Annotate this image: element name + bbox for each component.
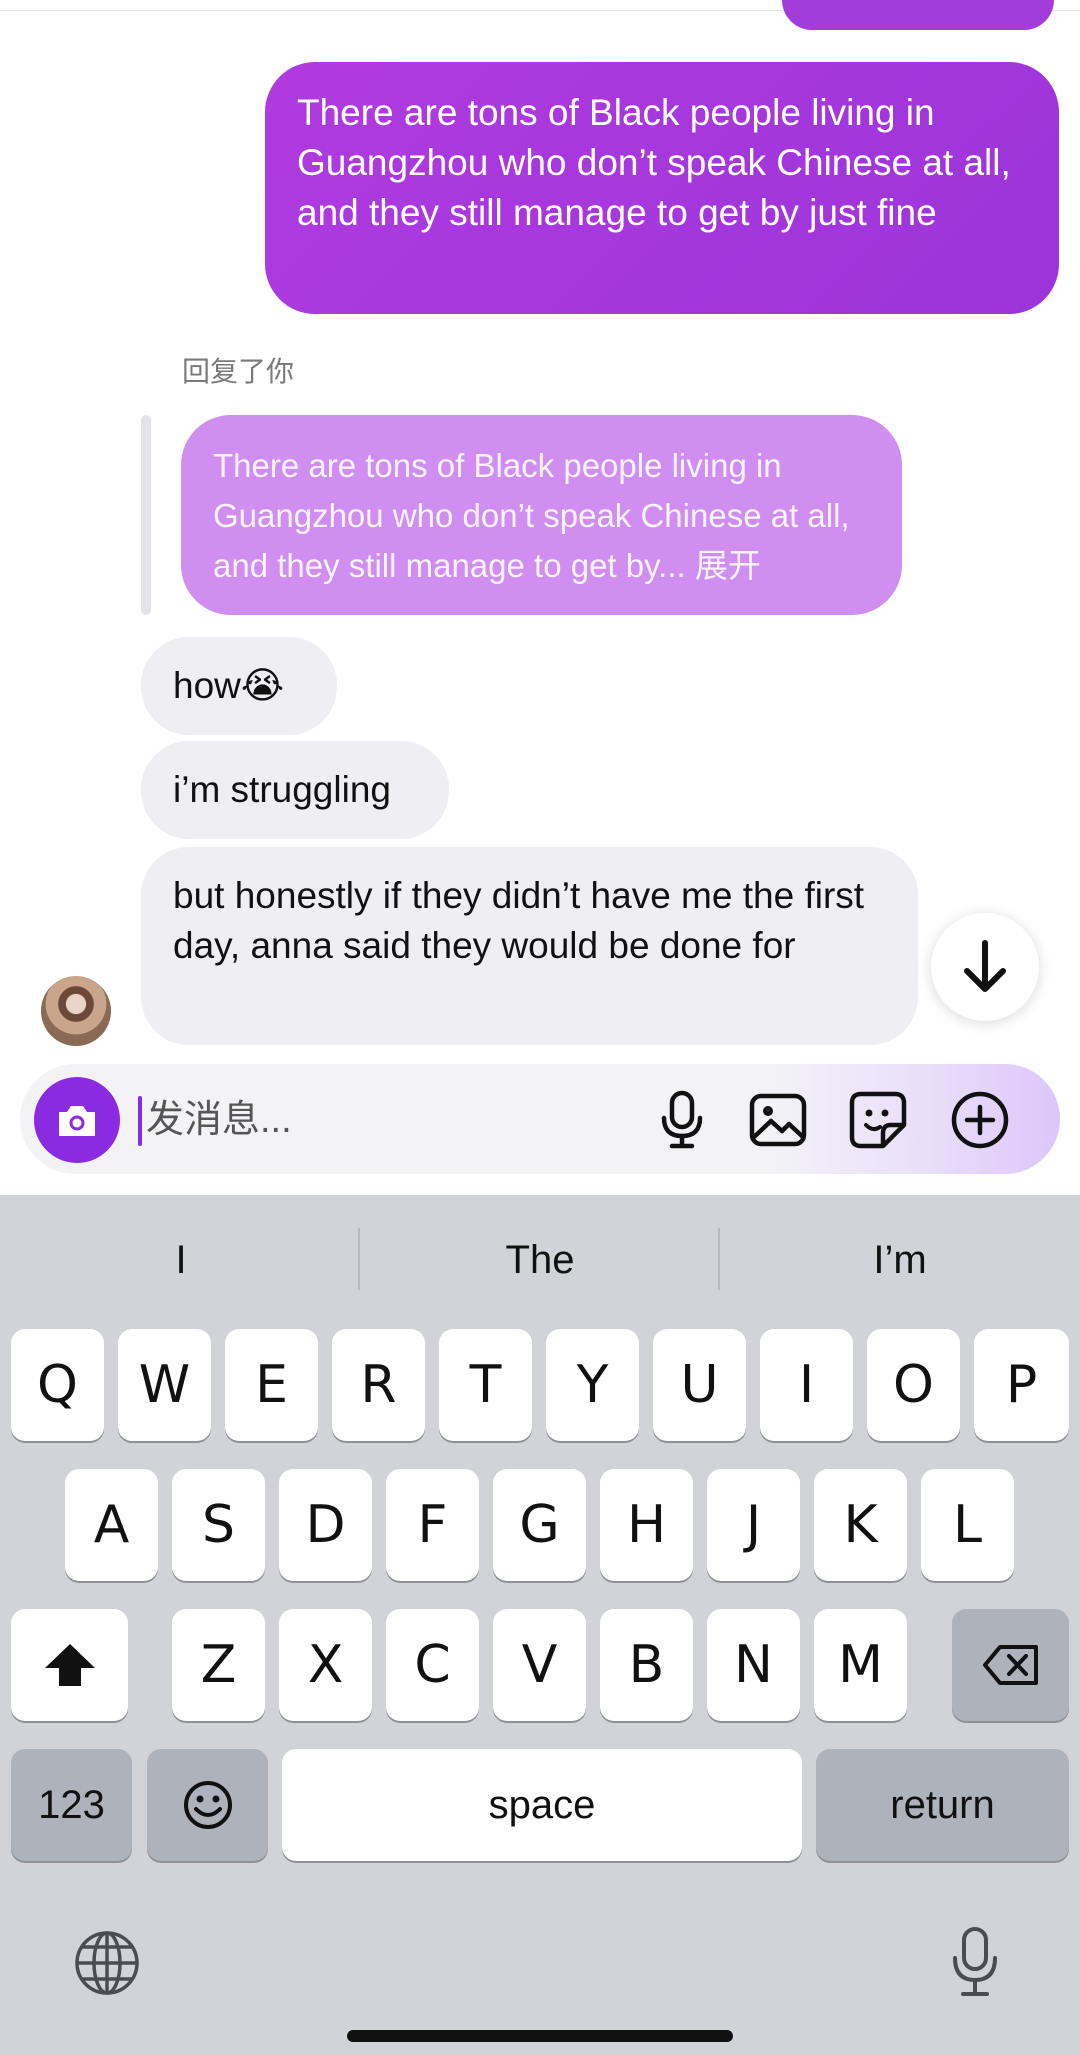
key-d[interactable]: D [279,1469,372,1581]
suggestion-3[interactable]: I’m [730,1210,1070,1310]
sent-message-bubble[interactable]: There are tons of Black people living in… [265,62,1059,314]
globe-button[interactable] [72,1928,142,1998]
camera-icon [59,1106,95,1136]
key-b[interactable]: B [600,1609,693,1721]
key-l[interactable]: L [921,1469,1014,1581]
key-i[interactable]: I [760,1329,853,1441]
key-r[interactable]: R [332,1329,425,1441]
key-q[interactable]: Q [11,1329,104,1441]
key-w[interactable]: W [118,1329,211,1441]
sticker-button[interactable] [846,1088,910,1152]
home-indicator[interactable] [347,2030,733,2042]
key-x[interactable]: X [279,1609,372,1721]
emoji-key[interactable] [147,1749,268,1861]
shift-icon [44,1644,95,1686]
camera-button[interactable] [34,1077,120,1163]
key-o[interactable]: O [867,1329,960,1441]
key-p[interactable]: P [974,1329,1069,1441]
reply-indicator-bar [141,415,151,615]
key-t[interactable]: T [439,1329,532,1441]
scroll-to-bottom-button[interactable] [931,913,1039,1021]
previous-sent-bubble[interactable] [782,0,1054,30]
backspace-icon [982,1645,1038,1685]
key-k[interactable]: K [814,1469,907,1581]
key-v[interactable]: V [493,1609,586,1721]
sent-message-text: There are tons of Black people living in… [297,92,1011,233]
received-message-bubble[interactable]: i’m struggling [141,741,449,839]
received-message-text: i’m struggling [173,769,391,810]
key-a[interactable]: A [65,1469,158,1581]
space-key[interactable]: space [282,1749,802,1861]
voice-button[interactable] [650,1088,714,1152]
quoted-message-text: There are tons of Black people living in… [213,447,850,584]
key-y[interactable]: Y [546,1329,639,1441]
received-message-text: but honestly if they didn’t have me the … [173,875,865,966]
key-g[interactable]: G [493,1469,586,1581]
globe-icon [75,1931,139,1995]
suggestion-divider [358,1228,360,1290]
arrow-down-icon [964,940,1006,992]
key-u[interactable]: U [653,1329,746,1441]
contact-avatar[interactable] [41,976,111,1046]
numbers-key[interactable]: 123 [11,1749,132,1861]
sticker-icon [849,1091,907,1149]
received-message-bubble[interactable]: but honestly if they didn’t have me the … [141,847,918,1045]
key-s[interactable]: S [172,1469,265,1581]
shift-key[interactable] [11,1609,128,1721]
microphone-icon [953,1927,997,1996]
add-button[interactable] [948,1088,1012,1152]
return-key[interactable]: return [816,1749,1069,1861]
dictation-button[interactable] [940,1922,1010,2002]
emoji-icon [183,1781,232,1829]
microphone-icon [661,1090,703,1149]
key-f[interactable]: F [386,1469,479,1581]
key-j[interactable]: J [707,1469,800,1581]
plus-circle-icon [951,1091,1009,1149]
key-z[interactable]: Z [172,1609,265,1721]
message-input[interactable] [142,1090,620,1150]
suggestion-1[interactable]: I [11,1210,351,1310]
image-icon [749,1093,807,1147]
gallery-button[interactable] [746,1088,810,1152]
quoted-message-bubble[interactable]: There are tons of Black people living in… [181,415,902,615]
key-e[interactable]: E [225,1329,318,1441]
suggestion-divider [718,1228,720,1290]
backspace-key[interactable] [952,1609,1069,1721]
suggestion-2[interactable]: The [370,1210,710,1310]
received-message-text: how😭 [173,665,285,706]
reply-label: 回复了你 [182,356,295,387]
key-m[interactable]: M [814,1609,907,1721]
key-c[interactable]: C [386,1609,479,1721]
key-n[interactable]: N [707,1609,800,1721]
received-message-bubble[interactable]: how😭 [141,637,337,735]
key-h[interactable]: H [600,1469,693,1581]
